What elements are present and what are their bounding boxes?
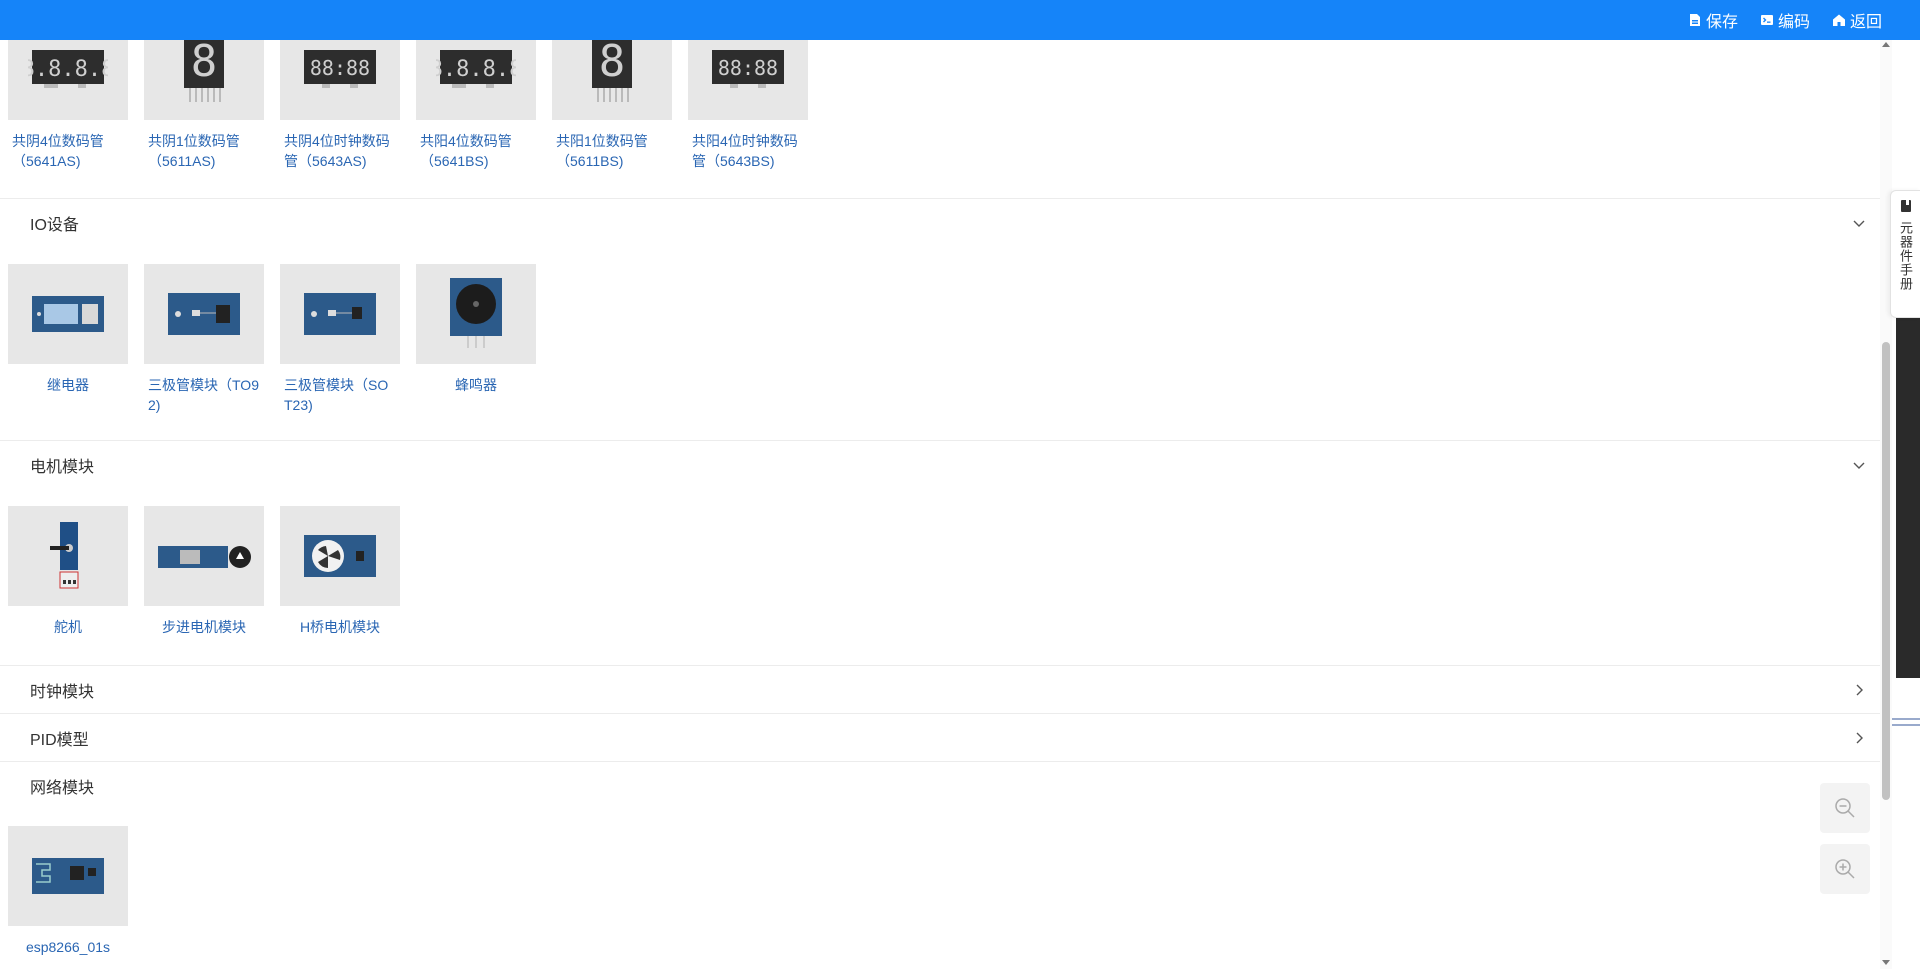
component-card[interactable]: 8.8.8.8 共阴4位数码管（5641AS) xyxy=(8,40,128,171)
book-icon xyxy=(1900,200,1911,212)
component-list: 8.8.8.8 共阴4位数码管（5641AS) 8 共阴1位数码管（5611AS… xyxy=(0,40,1880,969)
section-title: 网络模块 xyxy=(30,779,95,797)
component-card[interactable]: 蜂鸣器 xyxy=(416,264,536,395)
scrollbar-thumb[interactable] xyxy=(1882,342,1890,800)
svg-text:8.8.8.8: 8.8.8.8 xyxy=(28,57,108,82)
back-button-label: 返回 xyxy=(1849,14,1882,31)
svg-text:8.8.8.8: 8.8.8.8 xyxy=(436,57,516,82)
section-header-motor[interactable]: 电机模块 xyxy=(0,440,1880,488)
component-name: 继电器 xyxy=(47,377,89,393)
section-header-io[interactable]: IO设备 xyxy=(0,198,1880,246)
chevron-down-icon xyxy=(1853,220,1865,227)
component-name: 蜂鸣器 xyxy=(455,377,497,393)
section-header-pid[interactable]: PID模型 xyxy=(0,713,1880,761)
component-thumbnail: 88:88 xyxy=(280,40,400,120)
component-card[interactable]: 88:88 共阴4位时钟数码管（5643AS) xyxy=(280,40,400,171)
canvas-edge xyxy=(1892,318,1920,969)
top-toolbar: 保存 编码 返回 xyxy=(0,0,1920,40)
section-title: 时钟模块 xyxy=(30,683,95,701)
code-button-label: 编码 xyxy=(1777,14,1810,31)
component-card[interactable]: 继电器 xyxy=(8,264,128,395)
back-button[interactable]: 返回 xyxy=(1832,8,1882,32)
component-card[interactable]: 三极管模块（TO92) xyxy=(144,264,264,415)
svg-text:88:88: 88:88 xyxy=(718,56,778,80)
chevron-down-icon xyxy=(1853,462,1865,469)
component-name: H桥电机模块 xyxy=(299,619,381,635)
component-manual-tab[interactable]: 元器件手册 xyxy=(1890,190,1920,318)
component-thumbnail xyxy=(280,506,400,606)
save-button-label: 保存 xyxy=(1705,14,1738,31)
component-thumbnail xyxy=(280,264,400,364)
terminal-icon xyxy=(1760,15,1773,25)
component-thumbnail: 88:88 xyxy=(688,40,808,120)
component-name: 三极管模块（SOT23) xyxy=(284,377,389,413)
zoom-in-icon xyxy=(1835,859,1855,879)
component-thumbnail xyxy=(8,506,128,606)
scroll-down-arrow[interactable] xyxy=(1882,960,1890,965)
component-thumbnail xyxy=(144,506,264,606)
component-thumbnail: 8 xyxy=(552,40,672,120)
save-button[interactable]: 保存 xyxy=(1688,8,1738,32)
code-button[interactable]: 编码 xyxy=(1760,8,1810,32)
svg-text:88:88: 88:88 xyxy=(310,56,370,80)
component-thumbnail xyxy=(8,826,128,926)
component-name: 共阴1位数码管（5611AS) xyxy=(148,133,240,169)
canvas-edge-line xyxy=(1892,724,1920,726)
section-title: IO设备 xyxy=(30,216,79,234)
canvas-edge-block xyxy=(1896,318,1920,678)
component-name: 舵机 xyxy=(54,619,82,635)
component-thumbnail xyxy=(144,264,264,364)
zoom-out-icon xyxy=(1835,798,1855,818)
section-header-clock[interactable]: 时钟模块 xyxy=(0,665,1880,713)
section-header-network[interactable]: 网络模块 xyxy=(0,761,1880,809)
component-card[interactable]: 8.8.8.8 共阳4位数码管（5641BS) xyxy=(416,40,536,171)
component-name: 共阳4位时钟数码管（5643BS) xyxy=(692,133,798,169)
svg-text:8: 8 xyxy=(191,40,218,87)
zoom-in-button[interactable] xyxy=(1820,844,1870,894)
svg-text:8: 8 xyxy=(599,40,626,87)
component-manual-label: 元器件手册 xyxy=(1898,221,1913,291)
component-card[interactable]: 8 共阴1位数码管（5611AS) xyxy=(144,40,264,171)
component-thumbnail: 8.8.8.8 xyxy=(8,40,128,120)
component-card[interactable]: esp8266_01s xyxy=(8,826,128,957)
component-name: esp8266_01s xyxy=(25,939,111,955)
scrollbar[interactable] xyxy=(1880,40,1892,969)
component-name: 共阳1位数码管（5611BS) xyxy=(556,133,648,169)
component-card[interactable]: 三极管模块（SOT23) xyxy=(280,264,400,415)
component-card[interactable]: 舵机 xyxy=(8,506,128,637)
component-thumbnail: 8.8.8.8 xyxy=(416,40,536,120)
component-card[interactable]: H桥电机模块 xyxy=(280,506,400,637)
component-thumbnail: 8 xyxy=(144,40,264,120)
component-card[interactable]: 8 共阳1位数码管（5611BS) xyxy=(552,40,672,171)
component-card[interactable]: 步进电机模块 xyxy=(144,506,264,637)
chevron-right-icon xyxy=(1856,732,1863,744)
zoom-out-button[interactable] xyxy=(1820,783,1870,833)
component-name: 步进电机模块 xyxy=(162,619,246,635)
component-thumbnail xyxy=(416,264,536,364)
component-name: 共阴4位数码管（5641AS) xyxy=(12,133,104,169)
component-card[interactable]: 88:88 共阳4位时钟数码管（5643BS) xyxy=(688,40,808,171)
file-icon xyxy=(1689,14,1700,26)
component-name: 三极管模块（TO92) xyxy=(148,377,259,413)
component-name: 共阳4位数码管（5641BS) xyxy=(420,133,512,169)
home-icon xyxy=(1832,14,1845,26)
canvas-edge-line xyxy=(1892,718,1920,720)
component-name: 共阴4位时钟数码管（5643AS) xyxy=(284,133,390,169)
section-title: 电机模块 xyxy=(30,458,95,476)
chevron-right-icon xyxy=(1856,684,1863,696)
scroll-up-arrow[interactable] xyxy=(1882,42,1890,47)
component-thumbnail xyxy=(8,264,128,364)
section-title: PID模型 xyxy=(30,731,89,749)
